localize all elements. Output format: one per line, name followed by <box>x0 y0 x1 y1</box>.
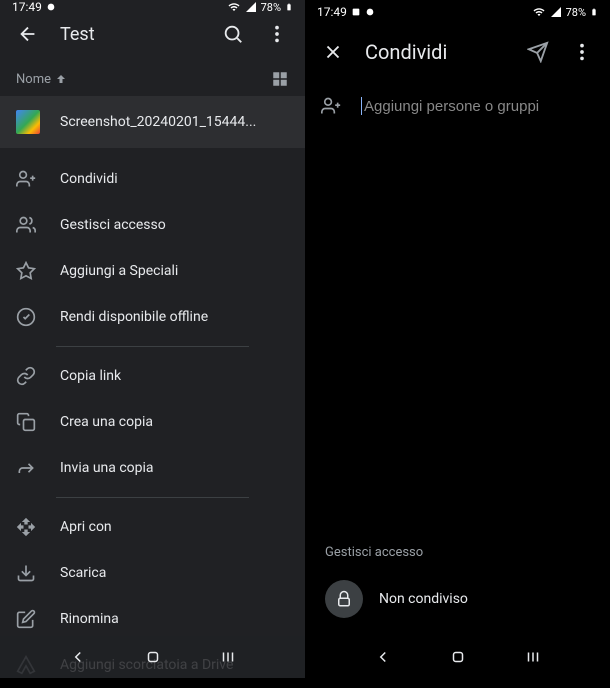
battery-icon <box>285 0 293 14</box>
signal-icon <box>245 1 257 13</box>
file-item[interactable]: Screenshot_20240201_15444... <box>0 96 305 148</box>
wifi-icon <box>227 1 241 13</box>
offline-icon <box>16 307 36 327</box>
page-title: Test <box>52 24 209 45</box>
people-icon <box>16 215 36 235</box>
menu-label: Rendi disponibile offline <box>60 309 208 325</box>
send-button[interactable] <box>518 32 558 72</box>
person-add-icon <box>321 96 341 116</box>
forward-icon <box>16 458 36 478</box>
nav-back[interactable] <box>66 648 90 666</box>
sort-row: Nome <box>0 54 305 96</box>
status-bar: 17:49 78% <box>0 0 305 14</box>
menu-label: Copia link <box>60 368 121 384</box>
menu-share[interactable]: Condividi <box>0 156 305 202</box>
menu-copy-link[interactable]: Copia link <box>0 353 305 399</box>
battery-icon <box>590 5 598 19</box>
not-shared-row[interactable]: Non condiviso <box>305 572 610 636</box>
nav-bar <box>0 636 305 678</box>
file-name: Screenshot_20240201_15444... <box>60 114 256 130</box>
nav-home[interactable] <box>141 648 165 666</box>
nav-bar <box>305 636 610 678</box>
more-button[interactable] <box>257 14 297 54</box>
menu-label: Crea una copia <box>60 414 153 430</box>
menu-label: Gestisci accesso <box>60 217 166 233</box>
star-icon <box>16 261 36 281</box>
wifi-icon <box>532 6 546 18</box>
edit-icon <box>16 609 36 629</box>
text-cursor <box>361 97 362 115</box>
sort-button[interactable]: Nome <box>16 72 67 87</box>
status-time: 17:49 <box>317 5 347 19</box>
more-button[interactable] <box>562 32 602 72</box>
lock-icon <box>325 580 363 618</box>
notification-icon <box>365 7 375 17</box>
link-icon <box>16 366 36 386</box>
page-title: Condividi <box>357 40 514 64</box>
notification-icon <box>46 2 56 12</box>
nav-recent[interactable] <box>216 648 240 666</box>
not-shared-label: Non condiviso <box>379 591 468 607</box>
status-bar: 17:49 78% <box>305 0 610 24</box>
sort-label-text: Nome <box>16 72 51 87</box>
menu-manage-access[interactable]: Gestisci accesso <box>0 202 305 248</box>
right-screen: 17:49 78% Condividi Gest <box>305 0 610 678</box>
menu-add-star[interactable]: Aggiungi a Speciali <box>0 248 305 294</box>
add-people-row <box>305 80 610 132</box>
nav-home[interactable] <box>446 648 470 666</box>
manage-access-header: Gestisci accesso <box>305 533 610 572</box>
open-with-icon <box>16 517 36 537</box>
person-add-icon <box>16 169 36 189</box>
menu-label: Invia una copia <box>60 460 154 476</box>
status-time: 17:49 <box>12 0 42 14</box>
menu-label: Apri con <box>60 519 112 535</box>
left-screen: 17:49 78% Test <box>0 0 305 678</box>
app-bar: Test <box>0 14 305 54</box>
battery-text: 78% <box>261 1 281 14</box>
menu-send-copy[interactable]: Invia una copia <box>0 445 305 491</box>
menu-offline[interactable]: Rendi disponibile offline <box>0 294 305 340</box>
add-people-input[interactable] <box>364 98 594 115</box>
nav-recent[interactable] <box>521 648 545 666</box>
menu-label: Rinomina <box>60 611 119 627</box>
divider <box>56 346 249 347</box>
copy-icon <box>16 412 36 432</box>
view-toggle-button[interactable] <box>271 70 289 88</box>
menu-label: Condividi <box>60 171 118 187</box>
menu-label: Scarica <box>60 565 106 581</box>
context-menu: Condividi Gestisci accesso Aggiungi a Sp… <box>0 148 305 688</box>
nav-back[interactable] <box>371 648 395 666</box>
app-bar: Condividi <box>305 24 610 80</box>
share-body <box>305 132 610 533</box>
battery-text: 78% <box>566 6 586 19</box>
arrow-up-icon <box>55 73 67 85</box>
download-icon <box>16 563 36 583</box>
file-thumbnail <box>16 110 40 134</box>
close-button[interactable] <box>313 32 353 72</box>
menu-label: Aggiungi a Speciali <box>60 263 178 279</box>
search-button[interactable] <box>213 14 253 54</box>
notification-icon <box>351 7 361 17</box>
menu-make-copy[interactable]: Crea una copia <box>0 399 305 445</box>
menu-open-with[interactable]: Apri con <box>0 504 305 550</box>
menu-download[interactable]: Scarica <box>0 550 305 596</box>
signal-icon <box>550 6 562 18</box>
divider <box>56 497 249 498</box>
back-button[interactable] <box>8 14 48 54</box>
